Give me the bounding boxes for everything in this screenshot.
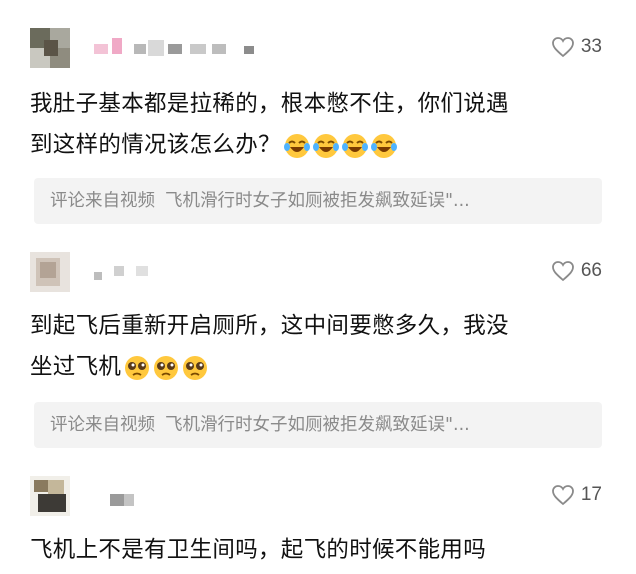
like-button[interactable]: 17 <box>551 484 602 506</box>
comment-text-line: 到这样的情况该怎么办？ <box>30 125 600 166</box>
pleading-face-emoji-icon <box>154 355 179 380</box>
username-redacted[interactable] <box>94 38 274 60</box>
source-prefix: 评论来自视频 <box>50 415 155 435</box>
avatar[interactable] <box>30 28 70 68</box>
comment-text: 到起飞后重新开启厕所，这中间要憋多久，我没 坐过飞机 <box>30 306 600 388</box>
like-button[interactable]: 66 <box>551 260 602 282</box>
like-count: 17 <box>580 484 602 505</box>
laugh-cry-emoji-icon <box>312 133 339 158</box>
like-button[interactable]: 33 <box>551 36 602 58</box>
comment-text: 我肚子基本都是拉稀的，根本憋不住，你们说遇 到这样的情况该怎么办？ <box>30 84 600 166</box>
like-count: 33 <box>580 36 602 57</box>
pleading-face-emoji-icon <box>125 355 150 380</box>
comment-text-line: 到起飞后重新开启厕所，这中间要憋多久，我没 <box>30 313 509 339</box>
avatar[interactable] <box>30 476 70 516</box>
video-source-link[interactable]: 评论来自视频 飞机滑行时女子如厕被拒发飙致延误"... <box>34 402 602 448</box>
laugh-cry-emoji-icon <box>283 133 310 158</box>
comment-text-line: 我肚子基本都是拉稀的，根本憋不住，你们说遇 <box>30 91 509 117</box>
source-title: 飞机滑行时女子如厕被拒发飙致延误"... <box>165 191 470 211</box>
comment-header: 66 <box>30 252 610 292</box>
source-title: 飞机滑行时女子如厕被拒发飙致延误"... <box>165 415 470 435</box>
heart-icon <box>551 261 574 282</box>
pleading-face-emoji-icon <box>183 355 208 380</box>
comment-text-line: 飞机上不是有卫生间吗，起飞的时候不能用吗 <box>30 537 487 563</box>
comment-header: 33 <box>30 28 610 68</box>
like-count: 66 <box>580 260 602 281</box>
comment-header: 17 <box>30 476 610 516</box>
video-source-link[interactable]: 评论来自视频 飞机滑行时女子如厕被拒发飙致延误"... <box>34 178 602 224</box>
laugh-cry-emoji-icon <box>341 133 368 158</box>
comment-text-segment: 到这样的情况该怎么办？ <box>30 132 281 158</box>
heart-icon <box>551 485 574 506</box>
comment-text-line: 坐过飞机 <box>30 347 600 388</box>
comment-text: 飞机上不是有卫生间吗，起飞的时候不能用吗 <box>30 530 600 571</box>
emoji-group <box>283 132 398 160</box>
emoji-group <box>123 354 209 382</box>
heart-icon <box>551 37 574 58</box>
laugh-cry-emoji-icon <box>370 133 397 158</box>
source-prefix: 评论来自视频 <box>50 191 155 211</box>
comment-text-segment: 坐过飞机 <box>30 354 122 380</box>
username-redacted[interactable] <box>110 486 150 508</box>
username-redacted[interactable] <box>94 262 184 284</box>
avatar[interactable] <box>30 252 70 292</box>
